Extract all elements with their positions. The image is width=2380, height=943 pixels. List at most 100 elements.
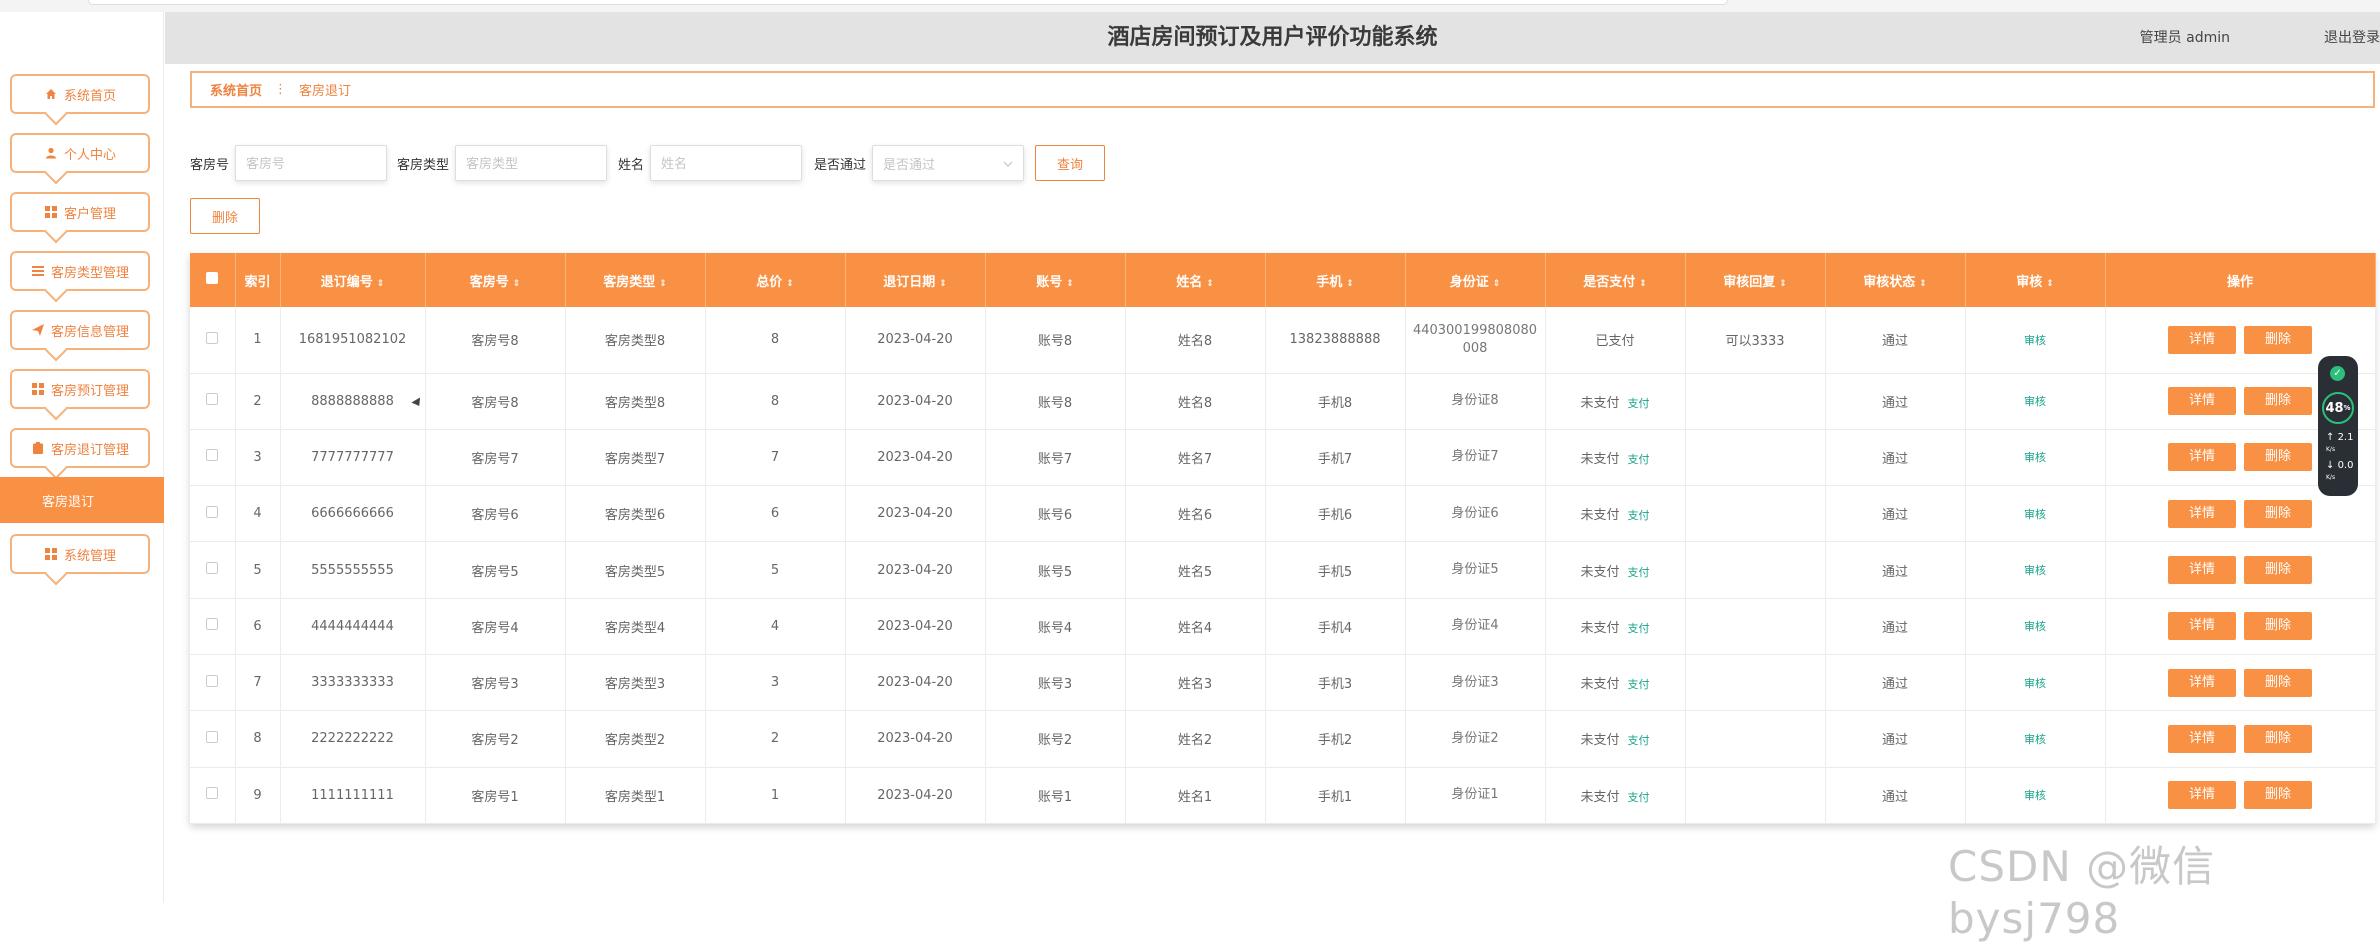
clipboard-icon: [31, 441, 45, 455]
batch-delete-button[interactable]: 删除: [190, 198, 260, 234]
table-row: 7 3333333333 客房号3 客房类型3 3 2023-04-20 账号3 姓名3 手机3…: [190, 654, 2376, 711]
cell-index: 4: [235, 485, 281, 542]
sidebar-item-profile[interactable]: 个人中心: [10, 133, 150, 173]
pay-link[interactable]: 支付: [1628, 622, 1650, 635]
cell-reply: 可以3333: [1685, 307, 1826, 373]
delete-button[interactable]: 删除: [2244, 325, 2312, 354]
col-phone[interactable]: 手机 ⇕: [1265, 253, 1406, 307]
sidebar-item-home[interactable]: 系统首页: [10, 74, 150, 114]
delete-button[interactable]: 删除: [2244, 556, 2312, 585]
sidebar-subitem-cancel[interactable]: 客房退订: [0, 477, 164, 523]
cell-phone: 手机2: [1265, 710, 1406, 768]
pay-link[interactable]: 支付: [1628, 397, 1650, 410]
col-room-type[interactable]: 客房类型 ⇕: [565, 253, 706, 307]
name-input[interactable]: [650, 145, 803, 181]
cell-reply: [1685, 654, 1826, 711]
col-room-no[interactable]: 客房号 ⇕: [425, 253, 566, 307]
select-all-checkbox[interactable]: [206, 272, 219, 284]
col-id-card[interactable]: 身份证 ⇕: [1405, 253, 1546, 307]
row-select-cell: [190, 598, 236, 655]
room-no-input[interactable]: [235, 145, 388, 181]
sidebar-item-system[interactable]: 系统管理: [10, 534, 150, 574]
top-header: 酒店房间预订及用户评价功能系统 管理员 admin 退出登录: [165, 12, 2380, 64]
audit-link[interactable]: 审核: [2024, 620, 2046, 633]
row-checkbox[interactable]: [206, 449, 219, 462]
pass-select[interactable]: 是否通过: [872, 145, 1025, 181]
col-reply[interactable]: 审核回复 ⇕: [1685, 253, 1826, 307]
delete-button[interactable]: 删除: [2244, 499, 2312, 528]
pay-link[interactable]: 支付: [1628, 678, 1650, 691]
room-type-label: 客房类型: [397, 157, 450, 173]
audit-link[interactable]: 审核: [2024, 733, 2046, 746]
audit-link[interactable]: 审核: [2024, 451, 2046, 464]
cell-paid: 未支付 支付: [1545, 373, 1686, 430]
sidebar-item-booking[interactable]: 客房预订管理: [10, 369, 150, 409]
cell-price: 5: [705, 541, 846, 599]
delete-button[interactable]: 删除: [2244, 387, 2312, 416]
sidebar-item-customer[interactable]: 客户管理: [10, 192, 150, 232]
col-price[interactable]: 总价 ⇕: [705, 253, 846, 307]
browser-top-strip: [0, 0, 2380, 12]
col-status[interactable]: 审核状态 ⇕: [1825, 253, 1966, 307]
sidebar-item-room-info[interactable]: 客房信息管理: [10, 310, 150, 350]
query-button[interactable]: 查询: [1035, 145, 1105, 181]
audit-link[interactable]: 审核: [2024, 789, 2046, 802]
audit-link[interactable]: 审核: [2024, 395, 2046, 408]
sidebar-item-room-type[interactable]: 客房类型管理: [10, 251, 150, 291]
detail-button[interactable]: 详情: [2168, 612, 2236, 641]
sort-icon: ⇕: [1919, 278, 1927, 289]
cell-index: 8: [235, 710, 281, 768]
audit-link[interactable]: 审核: [2024, 564, 2046, 577]
cell-index: 5: [235, 541, 281, 599]
audit-link[interactable]: 审核: [2024, 677, 2046, 690]
detail-button[interactable]: 详情: [2168, 443, 2236, 472]
cell-status: 通过: [1825, 307, 1966, 373]
sidebar-item-cancel-mgmt[interactable]: 客房退订管理: [10, 428, 150, 468]
detail-button[interactable]: 详情: [2168, 668, 2236, 697]
col-audit[interactable]: 审核 ⇕: [1965, 253, 2106, 307]
detail-button[interactable]: 详情: [2168, 325, 2236, 354]
col-date[interactable]: 退订日期 ⇕: [845, 253, 986, 307]
cell-id-card: 身份证4: [1405, 598, 1546, 655]
delete-button[interactable]: 删除: [2244, 443, 2312, 472]
detail-button[interactable]: 详情: [2168, 781, 2236, 810]
cell-name: 姓名1: [1125, 767, 1266, 824]
cell-paid: 未支付 支付: [1545, 710, 1686, 768]
detail-button[interactable]: 详情: [2168, 499, 2236, 528]
logout-link[interactable]: 退出登录: [2324, 27, 2380, 47]
row-checkbox[interactable]: [206, 562, 219, 575]
delete-button[interactable]: 删除: [2244, 668, 2312, 697]
audit-link[interactable]: 审核: [2024, 508, 2046, 521]
cell-phone: 13823888888: [1265, 307, 1406, 373]
pay-link[interactable]: 支付: [1628, 791, 1650, 804]
col-order-no[interactable]: 退订编号 ⇕: [280, 253, 426, 307]
delete-button[interactable]: 删除: [2244, 781, 2312, 810]
detail-button[interactable]: 详情: [2168, 556, 2236, 585]
row-checkbox[interactable]: [206, 730, 219, 743]
row-checkbox[interactable]: [206, 331, 219, 344]
row-checkbox[interactable]: [206, 674, 219, 687]
pay-link[interactable]: 支付: [1628, 453, 1650, 466]
col-account[interactable]: 账号 ⇕: [985, 253, 1126, 307]
breadcrumb-home[interactable]: 系统首页: [210, 80, 262, 99]
cell-price: 1: [705, 767, 846, 824]
delete-button[interactable]: 删除: [2244, 724, 2312, 753]
row-checkbox[interactable]: [206, 393, 219, 406]
cell-id-card: 身份证5: [1405, 541, 1546, 599]
detail-button[interactable]: 详情: [2168, 724, 2236, 753]
detail-button[interactable]: 详情: [2168, 387, 2236, 416]
network-speed-widget[interactable]: ✓ 48% ↑ 2.1 K/s ↓ 0.0 K/s: [2318, 356, 2358, 496]
pay-link[interactable]: 支付: [1628, 734, 1650, 747]
room-type-input[interactable]: [455, 145, 608, 181]
row-checkbox[interactable]: [206, 505, 219, 518]
pay-link[interactable]: 支付: [1628, 566, 1650, 579]
audit-link[interactable]: 审核: [2024, 334, 2046, 347]
pay-link[interactable]: 支付: [1628, 509, 1650, 522]
col-paid[interactable]: 是否支付 ⇕: [1545, 253, 1686, 307]
row-checkbox[interactable]: [206, 618, 219, 631]
delete-button[interactable]: 删除: [2244, 612, 2312, 641]
cell-paid: 未支付 支付: [1545, 429, 1686, 486]
col-name[interactable]: 姓名 ⇕: [1125, 253, 1266, 307]
row-checkbox[interactable]: [206, 787, 219, 800]
cell-status: 通过: [1825, 485, 1966, 542]
